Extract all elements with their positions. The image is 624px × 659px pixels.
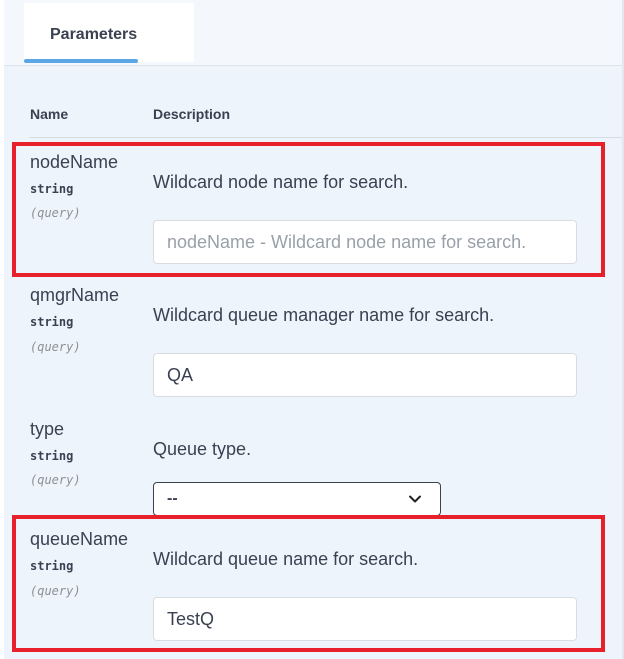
param-location: (query)	[30, 473, 81, 487]
highlight-box-queuename	[12, 515, 605, 652]
param-type: string	[30, 449, 74, 463]
highlight-box-nodename	[12, 142, 605, 277]
page-left-edge	[0, 0, 4, 659]
queue-type-selected-value: --	[167, 490, 178, 507]
queue-type-select[interactable]: --	[153, 482, 441, 516]
column-header-name: Name	[30, 106, 69, 122]
column-header-description: Description	[153, 106, 231, 122]
param-name: qmgrName	[30, 285, 120, 305]
chevron-down-icon	[409, 495, 421, 503]
tab-active-indicator	[24, 59, 138, 63]
tab-parameters-label: Parameters	[50, 26, 138, 43]
tab-parameters[interactable]: Parameters	[24, 3, 194, 62]
qmgrname-input[interactable]	[153, 353, 577, 397]
param-name: type	[30, 419, 65, 439]
param-description: Queue type.	[153, 439, 252, 459]
param-type: string	[30, 315, 74, 329]
param-description: Wildcard queue manager name for search.	[153, 305, 495, 325]
param-location: (query)	[30, 340, 81, 354]
header-divider	[30, 137, 622, 138]
tab-header: Parameters	[4, 0, 622, 66]
